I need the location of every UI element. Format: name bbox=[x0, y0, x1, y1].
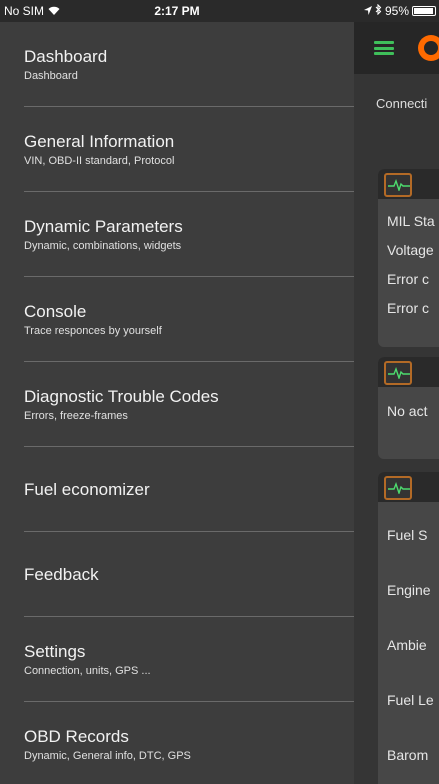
menu-item-settings[interactable]: Settings Connection, units, GPS ... bbox=[0, 617, 354, 702]
menu-item-title: Console bbox=[24, 301, 87, 321]
card-header bbox=[378, 472, 439, 502]
connection-status: Connecti bbox=[376, 96, 428, 111]
card-row: MIL Sta bbox=[387, 213, 435, 229]
engine-pulse-icon bbox=[384, 476, 412, 500]
menu-item-subtitle: VIN, OBD-II standard, Protocol bbox=[24, 154, 175, 167]
engine-pulse-icon bbox=[384, 361, 412, 385]
menu-item-dashboard[interactable]: Dashboard Dashboard bbox=[0, 22, 354, 107]
card-row: Barom bbox=[387, 747, 429, 763]
menu-item-title: OBD Records bbox=[24, 726, 129, 746]
menu-item-title: Dashboard bbox=[24, 46, 108, 66]
menu-item-diagnostic-trouble-codes[interactable]: Diagnostic Trouble Codes Errors, freeze-… bbox=[0, 362, 354, 447]
card-row: No act bbox=[387, 403, 428, 419]
card-row: Error c bbox=[387, 300, 429, 316]
menu-item-title: Fuel economizer bbox=[24, 479, 150, 499]
status-card: MIL Sta Voltage Error c Error c bbox=[378, 169, 439, 347]
menu-item-obd-records[interactable]: OBD Records Dynamic, General info, DTC, … bbox=[0, 702, 354, 784]
card-row: Ambie bbox=[387, 637, 427, 653]
background-app[interactable]: Connecti MIL Sta Voltage Error c Error c… bbox=[354, 22, 439, 784]
status-time: 2:17 PM bbox=[154, 4, 200, 18]
app-navbar bbox=[354, 22, 439, 74]
app-logo-icon bbox=[418, 35, 439, 61]
menu-item-title: Feedback bbox=[24, 564, 99, 584]
battery-icon bbox=[412, 6, 437, 16]
menu-item-subtitle: Dynamic, combinations, widgets bbox=[24, 239, 182, 252]
menu-item-title: Diagnostic Trouble Codes bbox=[24, 386, 219, 406]
menu-item-dynamic-parameters[interactable]: Dynamic Parameters Dynamic, combinations… bbox=[0, 192, 354, 277]
menu-item-subtitle: Connection, units, GPS ... bbox=[24, 664, 151, 677]
location-icon bbox=[364, 4, 372, 18]
menu-item-title: Settings bbox=[24, 641, 86, 661]
status-right: 95% bbox=[364, 3, 437, 18]
menu-item-feedback[interactable]: Feedback bbox=[0, 532, 354, 617]
engine-pulse-icon bbox=[384, 173, 412, 197]
menu-item-subtitle: Dashboard bbox=[24, 69, 78, 82]
card-row: Fuel S bbox=[387, 527, 428, 543]
card-row: Error c bbox=[387, 271, 429, 287]
card-row: Engine bbox=[387, 582, 431, 598]
card-header bbox=[378, 169, 439, 199]
menu-item-fuel-economizer[interactable]: Fuel economizer bbox=[0, 447, 354, 532]
menu-item-title: General Information bbox=[24, 131, 175, 151]
card-row: Voltage bbox=[387, 242, 434, 258]
menu-item-general-information[interactable]: General Information VIN, OBD-II standard… bbox=[0, 107, 354, 192]
app-content: Connecti MIL Sta Voltage Error c Error c… bbox=[354, 74, 439, 784]
menu-item-subtitle: Dynamic, General info, DTC, GPS bbox=[24, 749, 191, 762]
menu-item-title: Dynamic Parameters bbox=[24, 216, 183, 236]
menu-item-subtitle: Errors, freeze-frames bbox=[24, 409, 128, 422]
dtc-card: No act bbox=[378, 357, 439, 459]
status-bar: No SIM 2:17 PM 95% bbox=[0, 0, 439, 22]
card-header bbox=[378, 357, 439, 387]
menu-item-console[interactable]: Console Trace responces by yourself bbox=[0, 277, 354, 362]
hamburger-menu-icon[interactable] bbox=[374, 41, 394, 55]
bluetooth-icon bbox=[375, 3, 382, 18]
menu-item-subtitle: Trace responces by yourself bbox=[24, 324, 162, 337]
side-menu: Dashboard Dashboard General Information … bbox=[0, 22, 354, 784]
parameters-card: Fuel S Engine Ambie Fuel Le Barom bbox=[378, 472, 439, 784]
battery-percent: 95% bbox=[385, 4, 410, 18]
card-row: Fuel Le bbox=[387, 692, 434, 708]
